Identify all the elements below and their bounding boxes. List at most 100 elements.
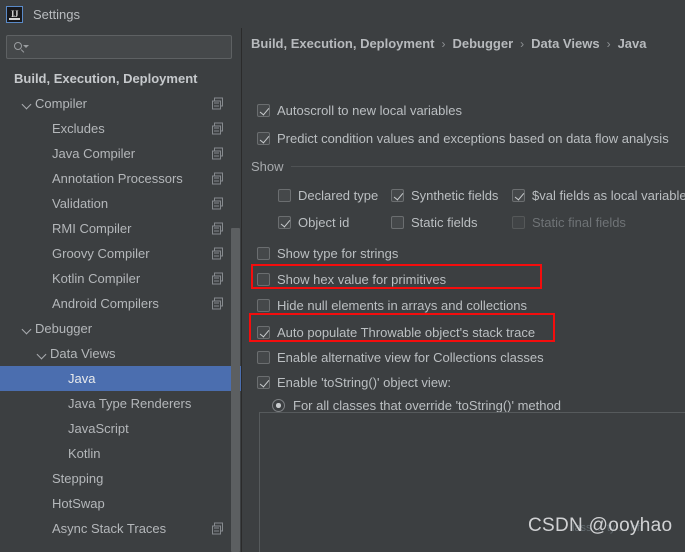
sidebar-item-groovy-compiler[interactable]: Groovy Compiler: [0, 241, 241, 266]
sidebar-item-kotlin[interactable]: Kotlin: [0, 441, 241, 466]
checkbox-box[interactable]: [257, 132, 270, 145]
sidebar-item-label: JavaScript: [68, 421, 129, 436]
checkbox-predict-condition-values[interactable]: Predict condition values and exceptions …: [257, 131, 669, 146]
checkbox-show-type-for-strings[interactable]: Show type for strings: [257, 246, 398, 261]
breadcrumb-segment[interactable]: Debugger: [452, 36, 513, 51]
sidebar-item-label: Data Views: [50, 346, 116, 361]
sidebar-item-debugger[interactable]: Debugger: [0, 316, 241, 341]
checkbox-box: [512, 216, 525, 229]
sidebar-item-stepping[interactable]: Stepping: [0, 466, 241, 491]
show-group-header: Show: [251, 158, 685, 174]
sidebar-item-compiler[interactable]: Compiler: [0, 91, 241, 116]
sidebar-item-async-stack-traces[interactable]: Async Stack Traces: [0, 516, 241, 541]
sidebar-item-label: Stepping: [52, 471, 104, 486]
settings-tree: Build, Execution, Deployment Compiler Excl…: [0, 66, 241, 552]
settings-sidebar: Build, Execution, Deployment Compiler Excl…: [0, 28, 242, 552]
copy-settings-icon[interactable]: [212, 522, 225, 535]
checkbox-label: Static fields: [411, 215, 478, 230]
sidebar-item-label: Annotation Processors: [52, 171, 183, 186]
copy-settings-icon[interactable]: [212, 122, 225, 135]
checkbox-declared-type[interactable]: Declared type: [278, 188, 378, 203]
radio-label: For all classes that override 'toString(…: [293, 398, 561, 413]
checkbox-enable-alternative-view-collections[interactable]: Enable alternative view for Collections …: [257, 350, 544, 365]
sidebar-item-validation[interactable]: Validation: [0, 191, 241, 216]
sidebar-item-java-compiler[interactable]: Java Compiler: [0, 141, 241, 166]
breadcrumb-separator-icon: ›: [606, 36, 611, 51]
sidebar-item-label: Java Type Renderers: [68, 396, 192, 411]
checkbox-box[interactable]: [257, 247, 270, 260]
search-input[interactable]: [28, 40, 231, 54]
checkbox-box[interactable]: [257, 104, 270, 117]
title-bar: IJ Settings: [0, 0, 685, 28]
sidebar-item-label: Compiler: [35, 96, 88, 111]
copy-settings-icon[interactable]: [212, 247, 225, 260]
checkbox-autoscroll-new-local-variables[interactable]: Autoscroll to new local variables: [257, 103, 462, 118]
copy-settings-icon[interactable]: [212, 97, 225, 110]
checkbox-box[interactable]: [257, 326, 270, 339]
sidebar-scrollbar-thumb[interactable]: [231, 228, 240, 552]
breadcrumb: Build, Execution, Deployment › Debugger › Da…: [251, 36, 646, 51]
checkbox-box[interactable]: [391, 189, 404, 202]
copy-settings-icon[interactable]: [212, 222, 225, 235]
sidebar-item-kotlin-compiler[interactable]: Kotlin Compiler: [0, 266, 241, 291]
sidebar-item-javascript[interactable]: JavaScript: [0, 416, 241, 441]
sidebar-item-label: Groovy Compiler: [52, 246, 150, 261]
chevron-down-icon[interactable]: [21, 98, 33, 110]
sidebar-item-excludes[interactable]: Excludes: [0, 116, 241, 141]
breadcrumb-segment[interactable]: Data Views: [531, 36, 599, 51]
checkbox-box[interactable]: [278, 216, 291, 229]
checkbox-show-hex-value-for-primitives[interactable]: Show hex value for primitives: [257, 272, 446, 287]
sidebar-item-annotation-processors[interactable]: Annotation Processors: [0, 166, 241, 191]
search-box[interactable]: [6, 35, 232, 59]
checkbox-static-fields[interactable]: Static fields: [391, 215, 477, 230]
checkbox-hide-null-elements[interactable]: Hide null elements in arrays and collect…: [257, 298, 527, 313]
checkbox-label: Autoscroll to new local variables: [277, 103, 462, 118]
checkbox-box[interactable]: [257, 299, 270, 312]
sidebar-item-label: HotSwap: [52, 496, 105, 511]
checkbox-label: Hide null elements in arrays and collect…: [277, 298, 528, 313]
search-icon[interactable]: [13, 40, 29, 55]
checkbox-label: $val fields as local variables: [532, 188, 685, 203]
sidebar-item-label: Kotlin Compiler: [52, 271, 141, 286]
copy-settings-icon[interactable]: [212, 297, 225, 310]
copy-settings-icon[interactable]: [212, 147, 225, 160]
breadcrumb-segment[interactable]: Java: [618, 36, 647, 51]
checkbox-box[interactable]: [391, 216, 404, 229]
sidebar-item-hotswap[interactable]: HotSwap: [0, 491, 241, 516]
chevron-down-icon[interactable]: [36, 348, 48, 360]
sidebar-item-label: Build, Execution, Deployment: [14, 71, 198, 86]
checkbox-label: Enable alternative view for Collections …: [277, 350, 544, 365]
intellij-logo-icon: IJ: [6, 5, 23, 23]
sidebar-item-label: Android Compilers: [52, 296, 159, 311]
checkbox-static-final-fields: Static final fields: [512, 215, 626, 230]
radio-for-all-classes-override-tostring[interactable]: For all classes that override 'toString(…: [272, 398, 561, 413]
checkbox-box[interactable]: [512, 189, 525, 202]
radio-button[interactable]: [272, 399, 285, 412]
checkbox-box[interactable]: [257, 351, 270, 364]
copy-settings-icon[interactable]: [212, 272, 225, 285]
chevron-down-icon[interactable]: [21, 323, 33, 335]
checkbox-synthetic-fields[interactable]: Synthetic fields: [391, 188, 498, 203]
sidebar-item-java[interactable]: Java: [0, 366, 241, 391]
checkbox-val-fields-as-local-variables[interactable]: $val fields as local variables: [512, 188, 685, 203]
sidebar-item-label: RMI Compiler: [52, 221, 132, 236]
sidebar-item-android-compilers[interactable]: Android Compilers: [0, 291, 241, 316]
checkbox-box[interactable]: [278, 189, 291, 202]
window-title: Settings: [33, 6, 80, 22]
sidebar-item-java-type-renderers[interactable]: Java Type Renderers: [0, 391, 241, 416]
copy-settings-icon[interactable]: [212, 172, 225, 185]
checkbox-auto-populate-throwable-stack-trace[interactable]: Auto populate Throwable object's stack t…: [257, 325, 535, 340]
sidebar-item-build-execution-deployment[interactable]: Build, Execution, Deployment: [0, 66, 241, 91]
sidebar-item-data-views[interactable]: Data Views: [0, 341, 241, 366]
checkbox-enable-tostring-object-view[interactable]: Enable 'toString()' object view:: [257, 375, 451, 390]
copy-settings-icon[interactable]: [212, 197, 225, 210]
csdn-watermark: CSDN @ooyhao: [528, 515, 673, 536]
settings-dialog: IJ Settings Build, Execution, Deployment…: [0, 0, 685, 552]
breadcrumb-segment[interactable]: Build, Execution, Deployment: [251, 36, 434, 51]
sidebar-item-rmi-compiler[interactable]: RMI Compiler: [0, 216, 241, 241]
checkbox-box[interactable]: [257, 376, 270, 389]
checkbox-box[interactable]: [257, 273, 270, 286]
show-group-label: Show: [251, 158, 284, 174]
sidebar-item-label: Excludes: [52, 121, 105, 136]
checkbox-object-id[interactable]: Object id: [278, 215, 349, 230]
